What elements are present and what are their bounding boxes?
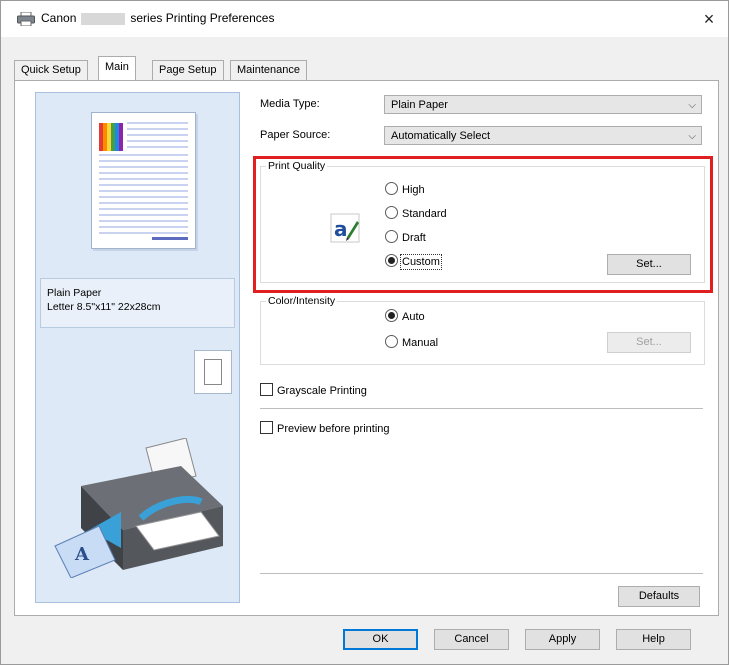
preview-before-printing-label: Preview before printing (277, 423, 390, 435)
defaults-button[interactable]: Defaults (618, 586, 700, 607)
apply-button[interactable]: Apply (525, 629, 600, 650)
separator (260, 573, 703, 574)
chevron-down-icon: ⌵ (688, 100, 696, 111)
redacted-model (81, 12, 126, 25)
radio-indicator (385, 254, 398, 267)
title-bar: Canon series Printing Preferences × (1, 1, 728, 37)
color-manual-radio[interactable]: Manual (385, 335, 438, 349)
quality-draft-radio[interactable]: Draft (385, 230, 426, 244)
preview-paper-size: Letter 8.5"x11" 22x28cm (47, 301, 161, 313)
media-type-select[interactable]: Plain Paper ⌵ (384, 95, 702, 114)
tab-maintenance[interactable]: Maintenance (230, 60, 307, 80)
quality-custom-radio[interactable]: Custom (385, 254, 442, 270)
tab-main[interactable]: Main (98, 56, 136, 80)
radio-indicator (385, 335, 398, 348)
title-suffix: series Printing Preferences (130, 11, 275, 25)
tab-page-setup[interactable]: Page Setup (152, 60, 224, 80)
radio-indicator (385, 230, 398, 243)
svg-text:A: A (74, 544, 90, 565)
main-tab-panel: Plain Paper Letter 8.5"x11" 22x28cm A Me… (14, 80, 719, 616)
checkbox-indicator (260, 383, 273, 396)
grayscale-printing-checkbox[interactable]: Grayscale Printing (260, 383, 367, 397)
radio-indicator (385, 206, 398, 219)
page-preview-graphic (99, 122, 188, 240)
separator (260, 408, 703, 409)
print-quality-icon: a (330, 213, 360, 243)
media-type-label: Media Type: (260, 98, 320, 110)
cancel-button[interactable]: Cancel (434, 629, 509, 650)
svg-text:a: a (334, 217, 348, 241)
color-manual-label: Manual (402, 337, 439, 349)
title-brand: Canon (41, 11, 77, 25)
printing-preferences-window: Canon series Printing Preferences × Quick… (0, 0, 729, 665)
grayscale-printing-label: Grayscale Printing (277, 385, 367, 397)
dialog-button-bar: OK Cancel Apply Help (1, 615, 728, 664)
paper-source-label: Paper Source: (260, 129, 331, 141)
checkbox-indicator (260, 421, 273, 434)
preview-before-printing-checkbox[interactable]: Preview before printing (260, 421, 390, 435)
quality-high-label: High (402, 184, 425, 196)
quality-draft-label: Draft (402, 232, 426, 244)
page-preview-thumbnail (91, 112, 196, 249)
radio-indicator (385, 182, 398, 195)
color-intensity-title: Color/Intensity (266, 295, 338, 307)
media-type-value: Plain Paper (391, 99, 448, 111)
quality-standard-radio[interactable]: Standard (385, 206, 447, 220)
orientation-preview (194, 350, 232, 394)
close-button[interactable]: × (696, 7, 722, 31)
printer-illustration: A (54, 438, 223, 578)
tab-quick-setup[interactable]: Quick Setup (14, 60, 88, 80)
color-intensity-set-button[interactable]: Set... (607, 332, 691, 353)
preview-paper-type: Plain Paper (47, 287, 102, 299)
ok-button[interactable]: OK (343, 629, 418, 650)
paper-info-box: Plain Paper Letter 8.5"x11" 22x28cm (40, 278, 235, 328)
quality-high-radio[interactable]: High (385, 182, 425, 196)
color-auto-radio[interactable]: Auto (385, 309, 425, 323)
radio-indicator (385, 309, 398, 322)
quality-custom-label: Custom (400, 254, 442, 270)
window-title: Canon series Printing Preferences (41, 11, 274, 25)
print-quality-set-button[interactable]: Set... (607, 254, 691, 275)
quality-standard-label: Standard (402, 208, 447, 220)
settings-preview: Plain Paper Letter 8.5"x11" 22x28cm A (35, 92, 240, 603)
paper-source-select[interactable]: Automatically Select ⌵ (384, 126, 702, 145)
paper-source-value: Automatically Select (391, 130, 491, 142)
chevron-down-icon: ⌵ (688, 131, 696, 142)
help-button[interactable]: Help (616, 629, 691, 650)
color-auto-label: Auto (402, 311, 425, 323)
printer-icon (17, 12, 35, 26)
